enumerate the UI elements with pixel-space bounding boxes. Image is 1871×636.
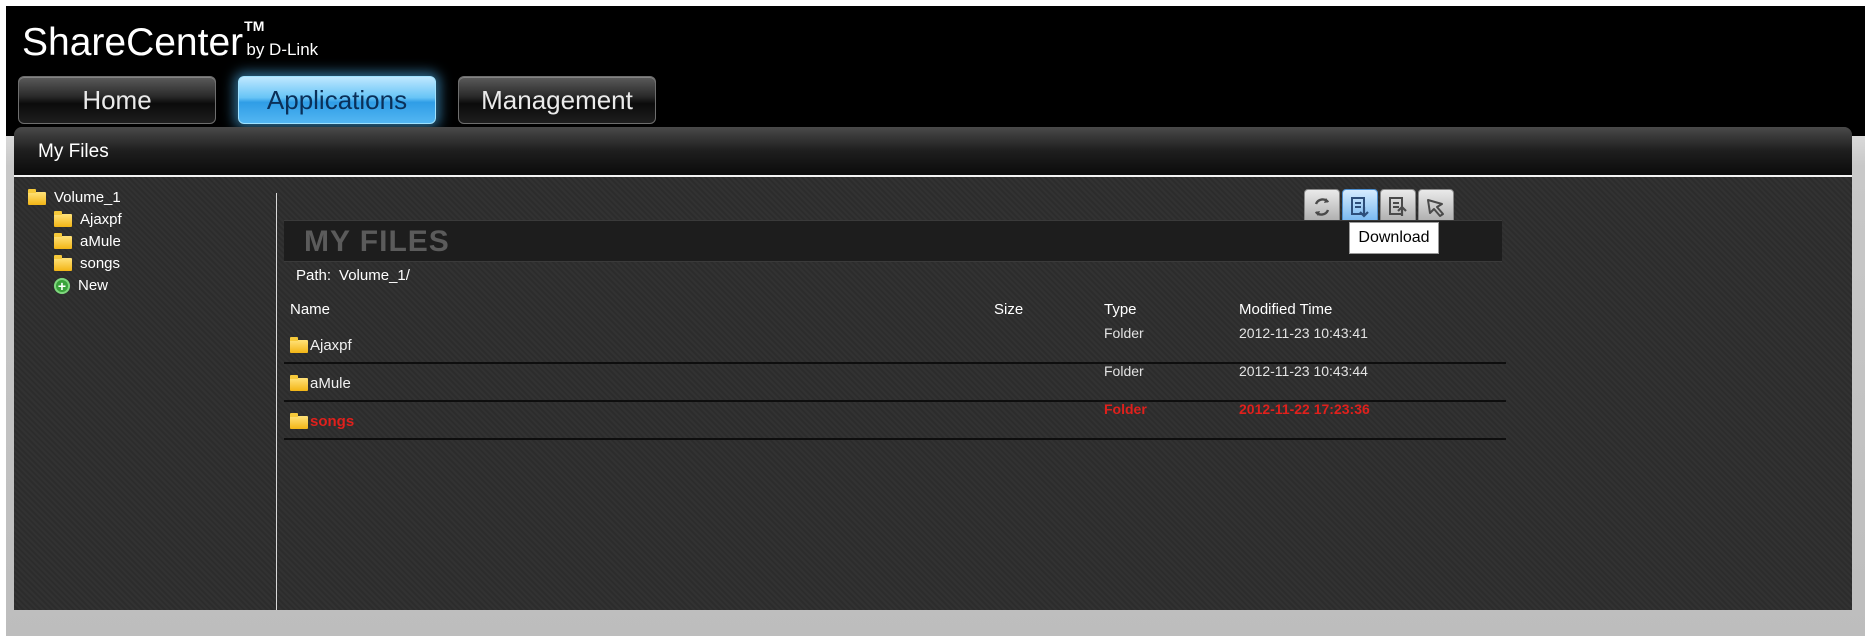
panel-header: My Files — [14, 127, 1852, 177]
tree-item-root[interactable]: Volume_1 — [28, 187, 121, 209]
file-type: Folder — [1104, 363, 1144, 379]
folder-icon — [290, 412, 308, 429]
column-header-type[interactable]: Type — [1104, 301, 1137, 318]
brand-logo: ShareCenterTM by D-Link — [22, 18, 319, 73]
file-name[interactable]: Ajaxpf — [290, 336, 352, 354]
file-type: Folder — [1104, 325, 1144, 341]
tab-applications[interactable]: Applications — [238, 76, 436, 124]
file-modified: 2012-11-22 17:23:36 — [1239, 401, 1370, 417]
files-heading: MY FILES — [304, 225, 450, 258]
panel-title: My Files — [38, 141, 109, 162]
folder-icon — [54, 254, 72, 271]
column-header-modified[interactable]: Modified Time — [1239, 301, 1332, 318]
folder-icon — [54, 232, 72, 249]
brand-name: ShareCenter — [22, 21, 244, 64]
file-row-songs[interactable]: songs Folder 2012-11-22 17:23:36 — [284, 401, 1506, 440]
tab-home[interactable]: Home — [18, 76, 216, 124]
tab-home-label: Home — [82, 85, 152, 115]
file-name[interactable]: aMule — [290, 374, 351, 392]
tab-management-label: Management — [481, 85, 633, 115]
upload-icon — [1389, 197, 1407, 216]
tree-item-label: songs — [80, 255, 121, 272]
tree-item-label: Ajaxpf — [80, 211, 122, 228]
folder-icon — [290, 374, 308, 391]
column-header-name[interactable]: Name — [290, 301, 330, 318]
app-window: ShareCenterTM by D-Link Home Applications… — [6, 6, 1865, 636]
tree-item-songs[interactable]: songs — [54, 253, 120, 275]
tab-applications-label: Applications — [266, 85, 408, 115]
file-type: Folder — [1104, 401, 1147, 417]
my-files-panel: My Files Volume_1 Ajaxpf aMule songs + Ne… — [14, 127, 1852, 610]
file-name-text: songs — [310, 413, 355, 430]
path-value: Volume_1/ — [339, 267, 410, 284]
tab-management[interactable]: Management — [458, 76, 656, 124]
path-display: Path: Volume_1/ — [296, 267, 410, 284]
tree-item-label: Volume_1 — [54, 189, 121, 206]
refresh-icon — [1314, 198, 1330, 216]
folder-icon — [290, 336, 308, 353]
download-icon — [1351, 197, 1369, 218]
tree-item-ajaxpf[interactable]: Ajaxpf — [54, 209, 122, 231]
tree-item-amule[interactable]: aMule — [54, 231, 121, 253]
folder-open-icon — [28, 188, 46, 205]
pane-divider — [276, 193, 277, 610]
tree-item-new[interactable]: + New — [54, 275, 108, 297]
tree-item-label: aMule — [80, 233, 121, 250]
file-name-text: aMule — [310, 375, 351, 392]
file-modified: 2012-11-23 10:43:41 — [1239, 325, 1368, 341]
path-label: Path: — [296, 267, 332, 284]
file-row-ajaxpf[interactable]: Ajaxpf Folder 2012-11-23 10:43:41 — [284, 325, 1506, 364]
tree-item-label: New — [78, 277, 109, 294]
download-tooltip: Download — [1349, 222, 1439, 254]
column-header-size[interactable]: Size — [994, 301, 1023, 318]
file-name-text: Ajaxpf — [310, 337, 352, 354]
file-row-amule[interactable]: aMule Folder 2012-11-23 10:43:44 — [284, 363, 1506, 402]
brand-trademark: TM — [244, 18, 265, 34]
file-modified: 2012-11-23 10:43:44 — [1239, 363, 1368, 379]
select-icon — [1427, 199, 1444, 217]
add-folder-icon: + — [54, 278, 70, 295]
brand-subtitle: by D-Link — [246, 40, 319, 59]
folder-icon — [54, 210, 72, 227]
file-name[interactable]: songs — [290, 412, 355, 430]
top-header: ShareCenterTM by D-Link Home Applications… — [6, 6, 1865, 136]
files-heading-bar: MY FILES — [284, 220, 1502, 262]
